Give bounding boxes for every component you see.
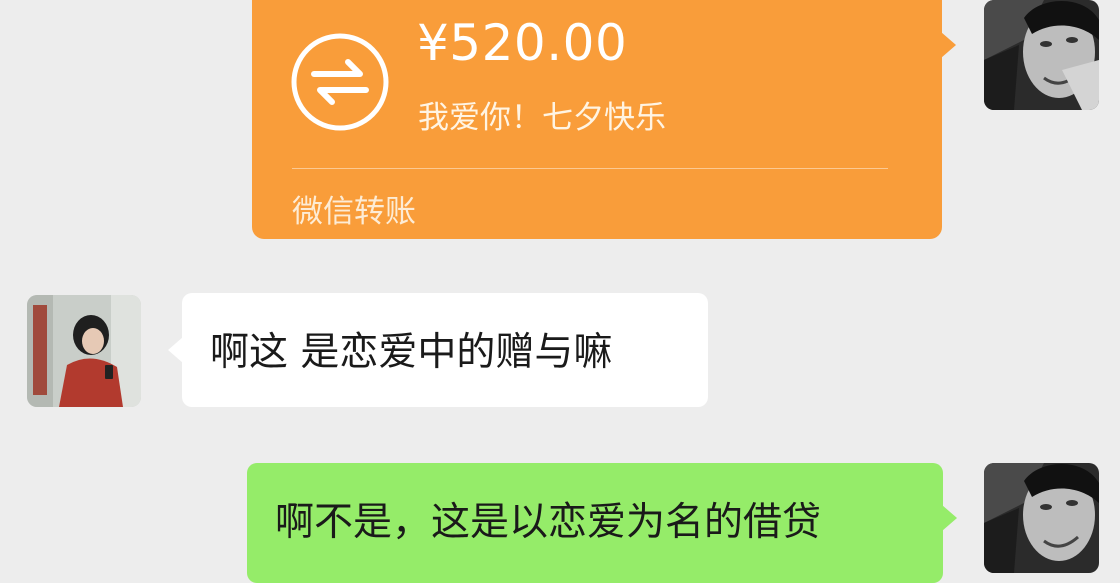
avatar-self[interactable]: [984, 0, 1099, 110]
transfer-note: 我爱你！七夕快乐: [418, 100, 666, 136]
avatar-contact[interactable]: [27, 295, 141, 407]
transfer-card[interactable]: ¥520.00 我爱你！七夕快乐 微信转账: [252, 0, 956, 239]
sent-message-text: 啊不是，这是以恋爱为名的借贷: [275, 500, 822, 545]
sent-message-bubble[interactable]: 啊不是，这是以恋爱为名的借贷: [247, 463, 957, 583]
received-message-text: 啊这 是恋爱中的赠与嘛: [210, 330, 613, 375]
received-message-bubble[interactable]: 啊这 是恋爱中的赠与嘛: [168, 293, 708, 407]
transfer-amount: ¥520.00: [417, 14, 628, 72]
transfer-divider: [292, 168, 888, 169]
transfer-arrows-icon: [290, 32, 390, 132]
avatar-self-2[interactable]: [984, 463, 1099, 573]
transfer-label: 微信转账: [292, 194, 416, 230]
